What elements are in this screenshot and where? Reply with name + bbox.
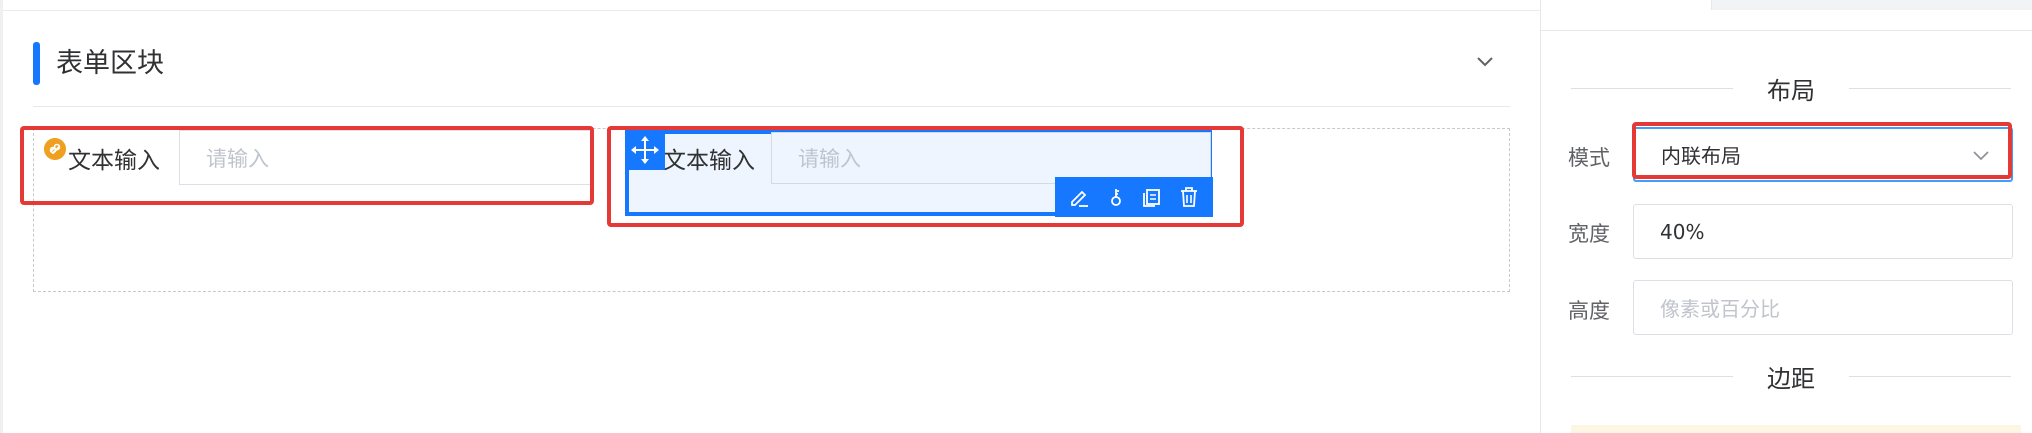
group-divider-right	[1849, 375, 2011, 377]
height-label: 高度	[1568, 299, 1610, 323]
key-button[interactable]	[1102, 183, 1130, 211]
mode-label: 模式	[1568, 146, 1610, 170]
height-input[interactable]: 像素或百分比	[1633, 280, 2013, 335]
panel-tab-inactive[interactable]	[1711, 0, 2032, 10]
canvas-left-edge	[0, 0, 3, 433]
move-handle[interactable]	[625, 130, 665, 170]
spacing-group-label: 边距	[1767, 364, 1815, 393]
move-icon	[631, 136, 659, 164]
notice-strip	[1571, 425, 2021, 433]
edit-button[interactable]	[1065, 183, 1093, 211]
width-input[interactable]: 40%	[1633, 204, 2013, 259]
spacing-group-title: 边距	[1571, 358, 2011, 394]
canvas-top-divider	[0, 10, 1540, 11]
delete-button[interactable]	[1175, 183, 1203, 211]
mode-select-value: 内联布局	[1661, 144, 1741, 168]
section-accent-bar	[33, 42, 40, 85]
copy-button[interactable]	[1138, 183, 1166, 211]
copy-icon	[1143, 189, 1161, 207]
mode-select[interactable]: 内联布局	[1633, 127, 2013, 182]
group-divider-left	[1571, 375, 1733, 377]
chevron-down-icon	[1973, 151, 1989, 161]
layout-group-label: 布局	[1767, 76, 1815, 105]
text-input-field[interactable]: 文本输入 请输入	[34, 130, 594, 185]
text-input[interactable]: 请输入	[179, 130, 594, 185]
chevron-down-icon[interactable]	[1474, 50, 1496, 72]
section-header-divider	[33, 106, 1510, 107]
form-design-canvas: 表单区块 文本输入 请输入 文本输入 请输入	[0, 0, 1540, 433]
key-icon	[1110, 189, 1121, 206]
group-divider-right	[1849, 87, 2011, 89]
edit-icon	[1071, 190, 1089, 207]
link-icon	[44, 138, 66, 160]
group-divider-left	[1571, 87, 1733, 89]
section-title: 表单区块	[56, 48, 164, 79]
width-label: 宽度	[1568, 222, 1610, 246]
delete-icon	[1180, 187, 1197, 207]
layout-group-title: 布局	[1571, 70, 2011, 106]
field-action-toolbar	[1055, 177, 1213, 217]
properties-panel: 布局 模式 内联布局 宽度 40% 高度 像素或百分比 边距	[1540, 0, 2032, 433]
